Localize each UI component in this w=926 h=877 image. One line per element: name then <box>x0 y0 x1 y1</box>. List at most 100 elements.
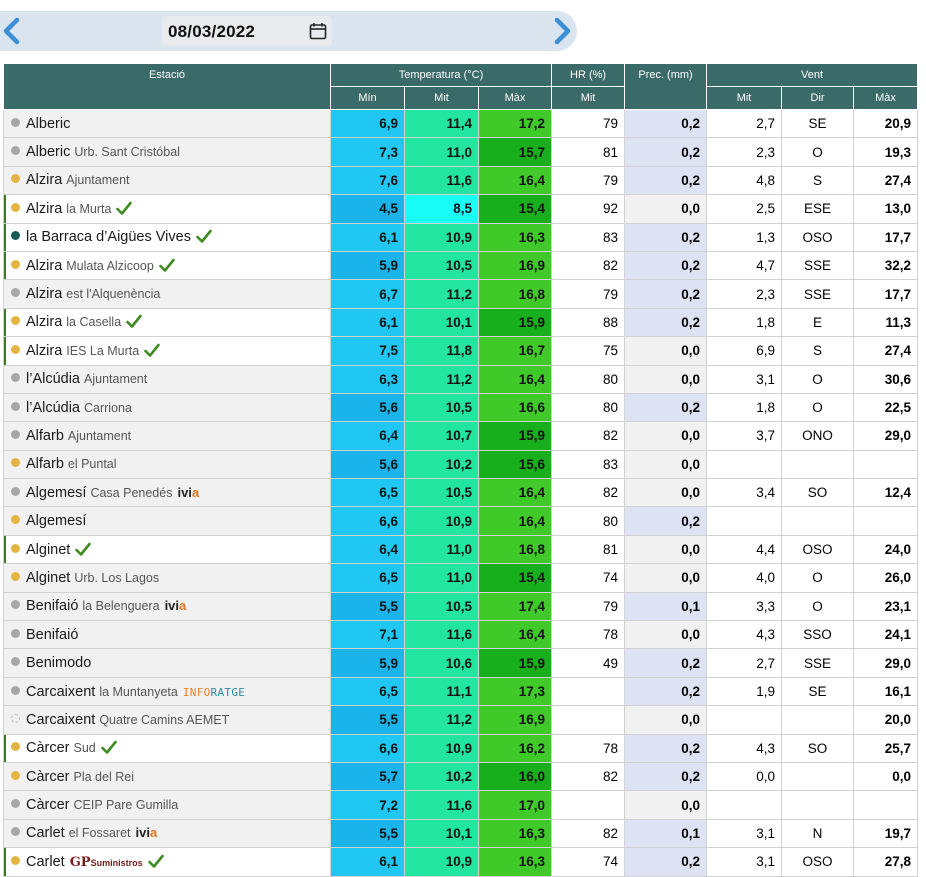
header-hr-mit[interactable]: Mit <box>551 86 626 110</box>
station-location[interactable]: la Muntanyeta <box>99 685 178 699</box>
station-town[interactable]: Alfarb <box>26 456 64 472</box>
station-town[interactable]: l’Alcúdia <box>26 371 80 387</box>
station-cell[interactable]: Alberic <box>3 108 331 139</box>
table-row[interactable]: Alzira Mulata Alzicoop 5,9 10,5 16,9 82 0,2 4,7… <box>3 250 919 281</box>
station-cell[interactable]: Carlet el Fossaret ivia <box>3 818 331 849</box>
station-town[interactable]: Carcaixent <box>26 712 95 728</box>
station-location[interactable]: Ajuntament <box>66 173 129 187</box>
table-row[interactable]: Algemesí 6,6 10,9 16,4 80 0,2 <box>3 506 919 536</box>
station-location[interactable]: Quatre Camins AEMET <box>99 713 229 727</box>
station-town[interactable]: Alginet <box>26 570 70 586</box>
station-location[interactable]: el Fossaret <box>69 826 131 840</box>
station-cell[interactable]: Alfarb Ajuntament <box>3 421 331 451</box>
station-location[interactable]: IES La Murta <box>66 344 139 358</box>
station-town[interactable]: Alzira <box>26 201 62 217</box>
station-town[interactable]: Alberic <box>26 116 70 132</box>
station-town[interactable]: Benifaió <box>26 627 78 643</box>
table-row[interactable]: Càrcer Pla del Rei 5,7 10,2 16,0 82 0,2 0,0 0,0 <box>3 761 919 792</box>
station-cell[interactable]: Alzira la Murta <box>3 194 331 224</box>
prev-day-button[interactable] <box>0 17 24 45</box>
station-cell[interactable]: l’Alcúdia Ajuntament <box>3 364 331 394</box>
table-row[interactable]: l’Alcúdia Ajuntament 6,3 11,2 16,4 80 0,0 3,1 O 3… <box>3 364 919 394</box>
station-town[interactable]: Càrcer <box>26 740 70 756</box>
station-location[interactable]: est l'Alquenència <box>66 287 160 301</box>
station-cell[interactable]: Alzira IES La Murta <box>3 336 331 366</box>
table-row[interactable]: Benifaió la Belenguera ivia 5,5 10,5 17,4 79 0,… <box>3 591 919 622</box>
header-precipitation[interactable]: Prec. (mm) <box>624 63 708 110</box>
station-cell[interactable]: Càrcer Pla del Rei <box>3 761 331 792</box>
station-location[interactable]: Pla del Rei <box>74 770 134 784</box>
station-town[interactable]: l’Alcúdia <box>26 400 80 416</box>
station-town[interactable]: Carcaixent <box>26 684 95 700</box>
station-town[interactable]: Benimodo <box>26 655 91 671</box>
station-cell[interactable]: Alberic Urb. Sant Cristóbal <box>3 137 331 167</box>
station-town[interactable]: Carlet <box>26 825 65 841</box>
station-cell[interactable]: Alfarb el Puntal <box>3 449 331 480</box>
table-row[interactable]: Alberic 6,9 11,4 17,2 79 0,2 2,7 SE 20,9 <box>3 108 919 139</box>
table-row[interactable]: Benifaió 7,1 11,6 16,4 78 0,0 4,3 SSO 24,1 <box>3 620 919 650</box>
header-temp-mit[interactable]: Mit <box>404 86 479 110</box>
station-location[interactable]: Urb. Sant Cristóbal <box>74 145 180 159</box>
header-wind-mit[interactable]: Mit <box>706 86 783 110</box>
station-cell[interactable]: Alzira Ajuntament <box>3 165 331 196</box>
station-cell[interactable]: Càrcer Sud <box>3 733 331 763</box>
table-row[interactable]: Alfarb el Puntal 5,6 10,2 15,6 83 0,0 <box>3 449 919 480</box>
date-input[interactable]: 08/03/2022 <box>162 16 332 46</box>
table-row[interactable]: Alginet Urb. Los Lagos 6,5 11,0 15,4 74 0,0 4,0… <box>3 563 919 593</box>
table-row[interactable]: Algemesí Casa Penedés ivia 6,5 10,5 16,4 82 0,0… <box>3 478 919 508</box>
table-row[interactable]: l’Alcúdia Carriona 5,6 10,5 16,6 80 0,2 1,8 O 22,… <box>3 392 919 423</box>
header-wind-dir[interactable]: Dir <box>781 86 855 110</box>
station-town[interactable]: Alzira <box>26 172 62 188</box>
station-town[interactable]: Alzira <box>26 286 62 302</box>
station-town[interactable]: Algemesí <box>26 513 86 529</box>
header-temp-min[interactable]: Mín <box>330 86 405 110</box>
calendar-icon[interactable] <box>309 22 327 40</box>
station-town[interactable]: Carlet <box>26 854 65 870</box>
table-row[interactable]: la Barraca d’Aigües Vives 6,1 10,9 16,3 83 0,… <box>3 222 919 252</box>
station-cell[interactable]: Benifaió <box>3 620 331 650</box>
station-cell[interactable]: Benimodo <box>3 648 331 678</box>
station-town[interactable]: Benifaió <box>26 598 78 614</box>
station-location[interactable]: la Murta <box>66 202 111 216</box>
station-cell[interactable]: Càrcer CEIP Pare Gumilla <box>3 790 331 820</box>
table-row[interactable]: Carlet el Fossaret ivia 5,5 10,1 16,3 82 0,1 3,1… <box>3 818 919 849</box>
station-cell[interactable]: Alzira Mulata Alzicoop <box>3 250 331 281</box>
station-town[interactable]: Càrcer <box>26 769 70 785</box>
station-cell[interactable]: Carlet GPSuministros <box>3 847 331 877</box>
table-row[interactable]: Carcaixent la Muntanyeta INFORATGE 6,5 11,1 1… <box>3 676 919 707</box>
station-location[interactable]: CEIP Pare Gumilla <box>74 798 179 812</box>
station-location[interactable]: el Puntal <box>68 457 117 471</box>
station-town[interactable]: Càrcer <box>26 797 70 813</box>
table-row[interactable]: Alzira la Casella 6,1 10,1 15,9 88 0,2 1,8 E 11,3 <box>3 307 919 338</box>
station-town[interactable]: la Barraca d’Aigües Vives <box>26 229 191 245</box>
station-cell[interactable]: Alginet <box>3 534 331 565</box>
header-temp-max[interactable]: Màx <box>477 86 553 110</box>
station-cell[interactable]: Alzira la Casella <box>3 307 331 338</box>
station-town[interactable]: Alzira <box>26 258 62 274</box>
table-row[interactable]: Alzira la Murta 4,5 8,5 15,4 92 0,0 2,5 ESE 13,0 <box>3 194 919 224</box>
station-town[interactable]: Alzira <box>26 343 62 359</box>
station-cell[interactable]: Carcaixent Quatre Camins AEMET <box>3 705 331 735</box>
table-row[interactable]: Alzira Ajuntament 7,6 11,6 16,4 79 0,2 4,8 S 27,4 <box>3 165 919 196</box>
station-town[interactable]: Alginet <box>26 542 70 558</box>
table-row[interactable]: Carcaixent Quatre Camins AEMET 5,5 11,2 16,9… <box>3 705 919 735</box>
station-location[interactable]: la Casella <box>66 315 121 329</box>
header-station[interactable]: Estació <box>3 63 331 110</box>
table-row[interactable]: Benimodo 5,9 10,6 15,9 49 0,2 2,7 SSE 29,0 <box>3 648 919 678</box>
station-cell[interactable]: Carcaixent la Muntanyeta INFORATGE <box>3 676 331 707</box>
station-town[interactable]: Algemesí <box>26 485 86 501</box>
table-row[interactable]: Alberic Urb. Sant Cristóbal 7,3 11,0 15,7 81 0… <box>3 137 919 167</box>
station-cell[interactable]: Alzira est l'Alquenència <box>3 279 331 309</box>
next-day-button[interactable] <box>550 17 574 45</box>
station-cell[interactable]: Algemesí <box>3 506 331 536</box>
station-location[interactable]: Mulata Alzicoop <box>66 259 154 273</box>
station-cell[interactable]: la Barraca d’Aigües Vives <box>3 222 331 252</box>
table-row[interactable]: Càrcer CEIP Pare Gumilla 7,2 11,6 17,0 0,0 <box>3 790 919 820</box>
station-town[interactable]: Alberic <box>26 144 70 160</box>
table-row[interactable]: Carlet GPSuministros 6,1 10,9 16,3 74 0,2 3,1 OS… <box>3 847 919 877</box>
station-cell[interactable]: Algemesí Casa Penedés ivia <box>3 478 331 508</box>
station-cell[interactable]: Benifaió la Belenguera ivia <box>3 591 331 622</box>
station-location[interactable]: Urb. Los Lagos <box>74 571 159 585</box>
station-location[interactable]: Ajuntament <box>68 429 131 443</box>
table-row[interactable]: Càrcer Sud 6,6 10,9 16,2 78 0,2 4,3 SO 25,7 <box>3 733 919 763</box>
